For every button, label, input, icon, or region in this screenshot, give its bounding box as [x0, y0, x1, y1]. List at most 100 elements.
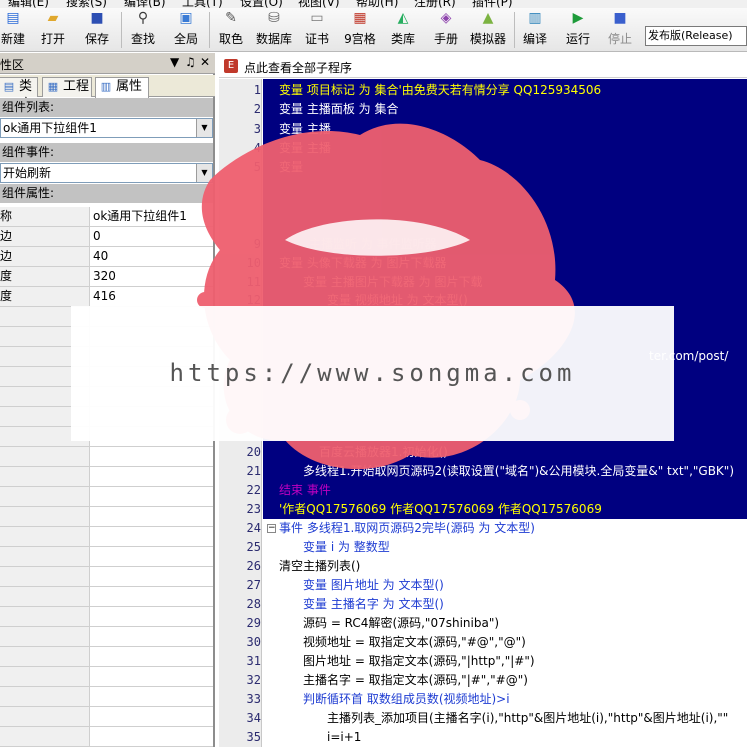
property-row[interactable]: 称 ok通用下拉组件1: [0, 207, 213, 227]
code-line[interactable]: '作者QQ17576069 作者QQ17576069 作者QQ17576069: [279, 500, 602, 518]
certificate-button[interactable]: ▭ 证书: [300, 10, 334, 50]
code-line[interactable]: 变量 头像下载器 为 图片下载器: [279, 254, 446, 272]
code-line[interactable]: 变量: [279, 158, 303, 176]
component-props-label: 组件属性:: [0, 184, 213, 203]
code-line[interactable]: 源码 = RC4解密(源码,"07shiniba"): [303, 614, 499, 632]
build-mode-select[interactable]: 发布版(Release): [645, 26, 747, 46]
property-row-empty[interactable]: [0, 507, 213, 527]
toolbar-separator: [514, 12, 515, 48]
code-line[interactable]: i=i+1: [327, 728, 361, 746]
code-line[interactable]: 变量 项目标记 为 集合'由免费天若有情分享 QQ125934506: [279, 81, 601, 99]
menu-build[interactable]: 编译(B): [124, 0, 166, 8]
property-row-empty[interactable]: [0, 727, 213, 747]
pin-icon[interactable]: ♫: [185, 55, 196, 69]
code-line[interactable]: 变量 i 为 整数型: [303, 538, 390, 556]
property-row-empty[interactable]: [0, 687, 213, 707]
fold-toggle[interactable]: −: [267, 524, 276, 533]
compile-button[interactable]: ▥ 编译: [518, 10, 552, 50]
properties-tab-icon: ▥: [100, 80, 112, 93]
property-row[interactable]: 边 40: [0, 247, 213, 267]
property-row-empty[interactable]: [0, 527, 213, 547]
property-row-empty[interactable]: [0, 667, 213, 687]
line-number: 20: [246, 445, 261, 459]
property-row[interactable]: 度 416: [0, 287, 213, 307]
chevron-down-icon[interactable]: ▼: [196, 164, 212, 182]
property-row-empty[interactable]: [0, 647, 213, 667]
library-button[interactable]: ◭ 类库: [386, 10, 420, 50]
property-row-empty[interactable]: [0, 467, 213, 487]
run-button[interactable]: ▶ 运行: [561, 10, 595, 50]
code-line[interactable]: 视频地址 = 取指定文本(源码,"#@","@"): [303, 633, 526, 651]
code-line[interactable]: 主播监听 为 事件监听器: [309, 235, 437, 253]
property-row[interactable]: 边 0: [0, 227, 213, 247]
code-line[interactable]: 变量 主播图片下载器 为 图片下载: [303, 273, 482, 291]
color-pick-button[interactable]: ✎ 取色: [214, 10, 248, 50]
line-number: 22: [246, 483, 261, 497]
menu-plugins[interactable]: 插件(P): [472, 0, 513, 8]
code-line[interactable]: 变量 主播名字 为 文本型(): [303, 595, 444, 613]
menu-register[interactable]: 注册(R): [414, 0, 456, 8]
manual-icon: ◈: [440, 10, 452, 26]
tab-properties[interactable]: ▥ 属性: [95, 77, 149, 98]
component-list-select[interactable]: ok通用下拉组件1 ▼: [0, 118, 213, 138]
property-row-empty[interactable]: [0, 447, 213, 467]
menu-tools[interactable]: 工具(T): [182, 0, 223, 8]
property-row-empty[interactable]: [0, 707, 213, 727]
property-row-empty[interactable]: [0, 627, 213, 647]
code-line[interactable]: 判断循环首 取数组成员数(视频地址)>i: [303, 690, 510, 708]
line-number: 24: [246, 521, 261, 535]
new-button[interactable]: ▤ 新建: [0, 10, 26, 50]
subroutine-bar[interactable]: E 点此查看全部子程序: [219, 56, 747, 78]
property-row-empty[interactable]: [0, 547, 213, 567]
main-toolbar: ▤ 新建 ▰ 打开 ■ 保存 ⚲ 查找 ▣ 全局 ✎ 取色 ⛁ 数据库 ▭ 证书…: [0, 8, 747, 52]
code-line[interactable]: 变量 图片地址 为 文本型(): [303, 576, 444, 594]
property-row[interactable]: 度 320: [0, 267, 213, 287]
code-line[interactable]: 清空主播列表(): [279, 557, 360, 575]
tab-library[interactable]: ▤ 类库: [0, 77, 38, 112]
subroutine-icon: E: [224, 59, 238, 73]
close-icon[interactable]: ✕: [200, 55, 210, 69]
menu-view[interactable]: 视图(V): [298, 0, 340, 8]
component-event-select[interactable]: 开始刷新 ▼: [0, 163, 213, 183]
code-line[interactable]: 主播列表_添加项目(主播名字(i),"http"&图片地址(i),"http"&…: [327, 709, 728, 727]
code-line[interactable]: 图片地址 = 取指定文本(源码,"|http","|#"): [303, 652, 535, 670]
menu-help[interactable]: 帮助(H): [356, 0, 398, 8]
line-number: 32: [246, 673, 261, 687]
menu-edit[interactable]: 编辑(E): [8, 0, 49, 8]
stop-icon: ■: [613, 10, 627, 26]
dropdown-icon[interactable]: ▼: [170, 55, 179, 69]
open-button[interactable]: ▰ 打开: [36, 10, 70, 50]
property-row-empty[interactable]: [0, 487, 213, 507]
menu-settings[interactable]: 设置(O): [240, 0, 283, 8]
code-line[interactable]: 变量 主播: [279, 120, 331, 138]
panel-tabs: ▤ 类库 ▦ 工程 ▥ 属性: [0, 75, 215, 112]
property-row-empty[interactable]: [0, 607, 213, 627]
menu-search[interactable]: 搜索(S): [66, 0, 107, 8]
certificate-icon: ▭: [310, 10, 324, 26]
grid9-button[interactable]: ▦ 9宫格: [341, 10, 379, 50]
stop-button[interactable]: ■ 停止: [603, 10, 637, 50]
emulator-button[interactable]: ▲ 模拟器: [468, 10, 508, 50]
global-button[interactable]: ▣ 全局: [169, 10, 203, 50]
database-button[interactable]: ⛁ 数据库: [252, 10, 296, 50]
code-line[interactable]: 事件 多线程1.取网页源码2完毕(源码 为 文本型): [279, 519, 535, 537]
code-line[interactable]: 百度云播放器1.初始化(): [319, 443, 448, 461]
code-line[interactable]: 多线程1.开始取网页源码2(读取设置("域名")&公用模块.全局变量&" txt…: [303, 462, 734, 480]
chevron-down-icon[interactable]: ▼: [196, 119, 212, 137]
property-row-empty[interactable]: [0, 567, 213, 587]
line-number: 35: [246, 730, 261, 744]
save-button[interactable]: ■ 保存: [80, 10, 114, 50]
code-line[interactable]: 变量 主播面板 为 集合: [279, 100, 398, 118]
floppy-icon: ■: [90, 10, 104, 26]
find-button[interactable]: ⚲ 查找: [126, 10, 160, 50]
code-line[interactable]: 结束 事件: [279, 481, 331, 499]
property-row-empty[interactable]: [0, 587, 213, 607]
code-line[interactable]: 变量 主播: [279, 139, 331, 157]
tab-project[interactable]: ▦ 工程: [42, 77, 92, 97]
manual-button[interactable]: ◈ 手册: [429, 10, 463, 50]
line-number: 10: [246, 256, 261, 270]
line-number: 25: [246, 540, 261, 554]
line-number: 2: [253, 102, 261, 116]
compile-icon: ▥: [528, 10, 542, 26]
code-line[interactable]: 主播名字 = 取指定文本(源码,"|#","#@"): [303, 671, 528, 689]
